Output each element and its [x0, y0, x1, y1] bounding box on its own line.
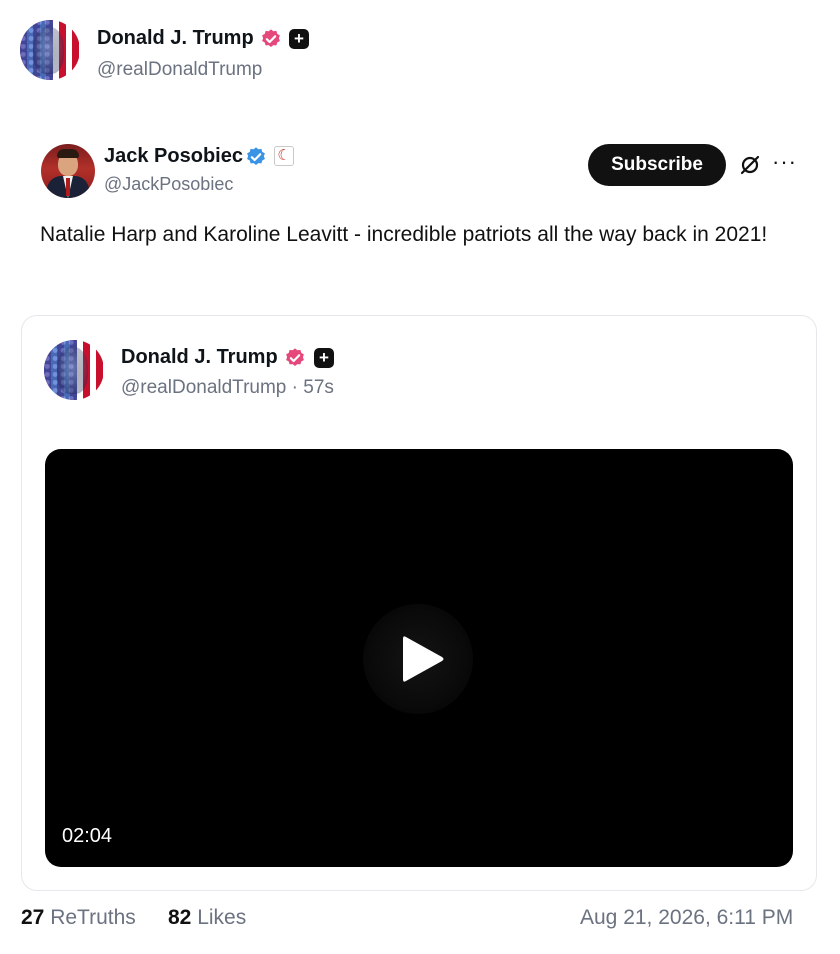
crescent-flair-icon: ☾ [274, 146, 294, 166]
no-subscribe-icon[interactable] [738, 153, 762, 177]
post-text: Natalie Harp and Karoline Leavitt - incr… [40, 223, 768, 246]
retruths-label: ReTruths [50, 906, 136, 929]
top-author-handle[interactable]: @realDonaldTrump [97, 59, 262, 81]
posobiec-avatar[interactable] [41, 144, 95, 198]
retruths-count: 27 [21, 906, 45, 929]
quoted-trump-avatar[interactable] [44, 340, 104, 400]
quoted-author-name[interactable]: Donald J. Trump [121, 346, 278, 369]
plus-badge-icon: + [314, 348, 334, 368]
retruths-stat[interactable]: 27 ReTruths [21, 906, 136, 930]
more-icon[interactable]: ··· [772, 150, 797, 174]
video-duration: 02:04 [62, 825, 113, 847]
post-timestamp[interactable]: Aug 21, 2026, 6:11 PM [580, 906, 793, 930]
retruth-author-handle[interactable]: @JackPosobiec [104, 174, 233, 195]
plus-badge-icon: + [289, 29, 309, 49]
verified-badge-icon [247, 147, 265, 165]
subscribe-button[interactable]: Subscribe [588, 144, 726, 186]
likes-stat[interactable]: 82 Likes [168, 906, 246, 930]
verified-badge-icon [262, 29, 280, 47]
play-icon[interactable] [400, 633, 446, 685]
verified-badge-icon [286, 348, 304, 366]
top-author-name[interactable]: Donald J. Trump [97, 27, 254, 50]
likes-label: Likes [197, 906, 247, 929]
trump-avatar[interactable] [20, 20, 80, 80]
retruth-author-name[interactable]: Jack Posobiec [104, 145, 243, 168]
likes-count: 82 [168, 906, 192, 929]
quoted-author-handle[interactable]: @realDonaldTrump · 57s [121, 377, 334, 399]
